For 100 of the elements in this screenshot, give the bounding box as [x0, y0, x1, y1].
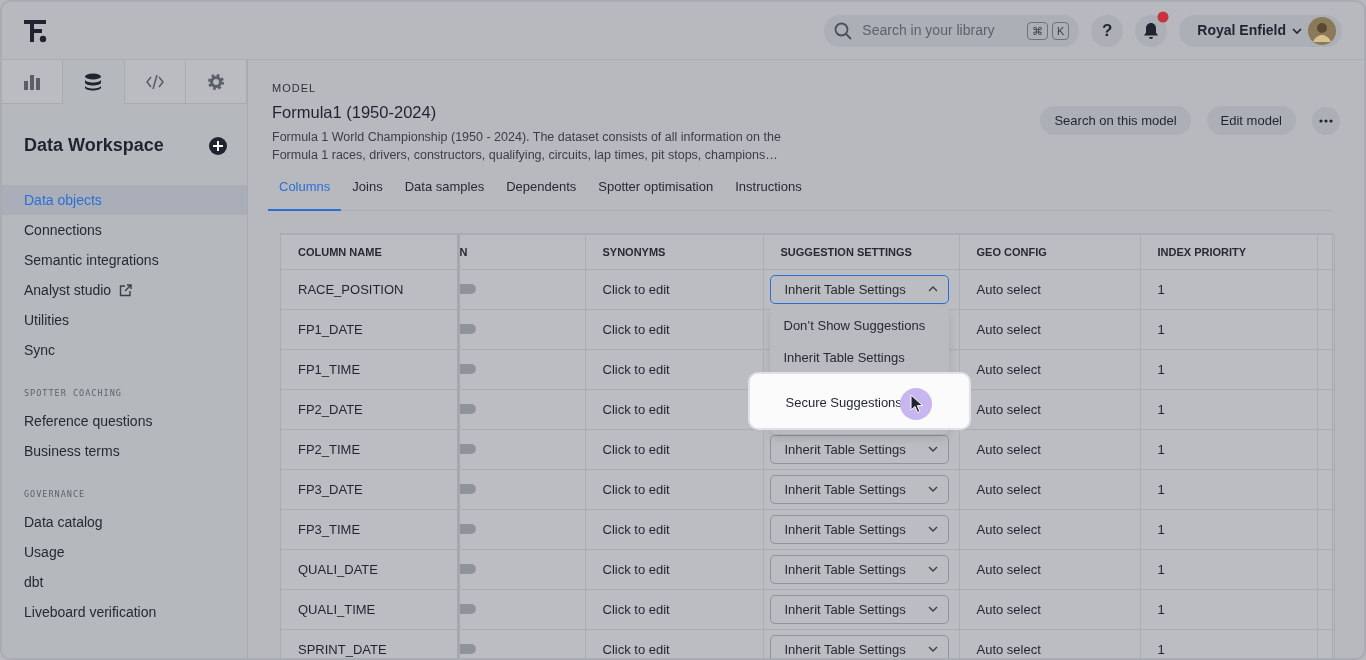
sidebar-item[interactable]: Usage [2, 536, 247, 567]
chart-icon [23, 72, 42, 91]
action-button[interactable]: Search on this model [1040, 106, 1191, 135]
bell-icon [1143, 21, 1160, 40]
synonyms-cell[interactable]: Click to edit [602, 361, 670, 377]
synonyms-cell[interactable]: Click to edit [602, 481, 670, 497]
table-cell: FP2_TIME [298, 441, 361, 457]
notifications-button[interactable] [1135, 14, 1168, 47]
table-cell: FP2_DATE [298, 401, 363, 417]
chevron-down-icon [927, 526, 938, 533]
table-cell: 1 [1157, 441, 1165, 457]
tab[interactable]: Dependents [495, 173, 588, 211]
table-cell: QUALI_DATE [298, 561, 378, 577]
search-input[interactable]: Search in your library [860, 19, 1019, 42]
more-icon [1319, 118, 1333, 123]
suggestion-select[interactable]: Inherit Table Settings [769, 434, 949, 464]
sidebar-tab[interactable] [185, 60, 247, 104]
cursor-icon [899, 387, 932, 420]
model-title: Formula1 (1950-2024) [272, 101, 438, 123]
sidebar-item[interactable]: Business terms [2, 435, 247, 466]
search-field[interactable]: Search in your library ⌘ K [824, 14, 1080, 47]
dropdown-option[interactable]: Secure Suggestions [747, 371, 971, 430]
tab[interactable]: Spotter optimisation [587, 173, 725, 211]
table-cell: SPRINT_DATE [298, 641, 387, 657]
sidebar-item[interactable]: Data catalog [2, 506, 247, 537]
tab[interactable]: Data samples [393, 173, 496, 211]
table-cell: FP1_DATE [298, 321, 363, 337]
table-cell: 1 [1157, 641, 1165, 657]
column-header: INDEX PRIORITY [1157, 245, 1247, 258]
geo-config-cell[interactable]: Auto select [976, 481, 1041, 497]
chevron-down-icon [927, 606, 938, 613]
sidebar-tab[interactable] [2, 60, 64, 104]
synonyms-cell[interactable]: Click to edit [602, 601, 670, 617]
suggestion-select[interactable]: Inherit Table Settings [769, 474, 949, 504]
column-header: SUGGESTION SETTINGS [780, 245, 912, 258]
more-button[interactable] [1312, 106, 1340, 135]
sidebar-item[interactable]: Utilities [2, 305, 247, 335]
geo-config-cell[interactable]: Auto select [976, 401, 1041, 417]
geo-config-cell[interactable]: Auto select [976, 601, 1041, 617]
column-header: GEO CONFIG [976, 245, 1047, 258]
sidebar-item[interactable]: Reference questions [2, 405, 247, 436]
add-icon[interactable] [209, 136, 227, 155]
synonyms-cell[interactable]: Click to edit [602, 321, 670, 337]
synonyms-cell[interactable]: Click to edit [602, 281, 670, 297]
sidebar-item[interactable]: Semantic integrations [2, 245, 247, 275]
model-label: MODEL [272, 81, 318, 96]
column-header: COLUMN NAME [298, 245, 382, 258]
table-cell: 1 [1157, 481, 1165, 497]
synonyms-cell[interactable]: Click to edit [602, 521, 670, 537]
chevron-down-icon [927, 486, 938, 493]
synonyms-cell[interactable]: Click to edit [602, 441, 670, 457]
tab[interactable]: Joins [341, 173, 394, 211]
table-cell: FP3_DATE [298, 481, 363, 497]
model-description: Formula 1 races, drivers, constructors, qualifying, circuits, lap times, pit stops, champions… [272, 147, 779, 165]
geo-config-cell[interactable]: Auto select [976, 441, 1041, 457]
sidebar-item[interactable]: Analyst studio [2, 275, 247, 305]
settings-icon [206, 72, 225, 91]
tab[interactable]: Instructions [724, 173, 813, 211]
geo-config-cell[interactable]: Auto select [976, 641, 1041, 657]
shortcut-key: ⌘ [1026, 21, 1048, 40]
sidebar-item[interactable]: Sync [2, 335, 247, 365]
column-header: SYNONYMS [602, 245, 666, 258]
sidebar-title: Data Workspace [24, 134, 164, 157]
chevron-down-icon [1292, 26, 1302, 35]
help-button[interactable]: ? [1091, 14, 1124, 47]
table-cell: 1 [1157, 321, 1165, 337]
suggestion-select[interactable]: Inherit Table Settings [769, 594, 949, 624]
code-icon [145, 72, 164, 91]
avatar [1308, 16, 1336, 45]
geo-config-cell[interactable]: Auto select [976, 561, 1041, 577]
geo-config-cell[interactable]: Auto select [976, 361, 1041, 377]
table-cell: FP1_TIME [298, 361, 361, 377]
chevron-down-icon [927, 446, 938, 453]
suggestion-select[interactable]: Inherit Table Settings [769, 274, 949, 304]
database-icon [84, 72, 103, 91]
table-cell: 1 [1157, 561, 1165, 577]
user-menu-button[interactable]: Royal Enfield [1179, 14, 1342, 47]
section-heading: SPOTTER COACHING [23, 387, 123, 400]
synonyms-cell[interactable]: Click to edit [602, 561, 670, 577]
sidebar-item[interactable]: Liveboard verification [2, 596, 247, 627]
geo-config-cell[interactable]: Auto select [976, 281, 1041, 297]
dropdown-option[interactable]: Inherit Table Settings [769, 341, 949, 374]
action-button[interactable]: Edit model [1206, 106, 1296, 135]
geo-config-cell[interactable]: Auto select [976, 321, 1041, 337]
suggestion-select[interactable]: Inherit Table Settings [769, 514, 949, 544]
table-cell: 1 [1157, 361, 1165, 377]
synonyms-cell[interactable]: Click to edit [602, 401, 670, 417]
logo-icon [24, 18, 48, 43]
suggestion-select[interactable]: Inherit Table Settings [769, 554, 949, 584]
table-cell: 1 [1157, 601, 1165, 617]
sidebar-item[interactable]: Connections [2, 215, 247, 245]
table-cell: RACE_POSITION [298, 281, 404, 297]
shortcut-key: K [1051, 21, 1070, 40]
sidebar-item[interactable]: dbt [2, 566, 247, 597]
table-cell: 1 [1157, 401, 1165, 417]
section-heading: GOVERNANCE [23, 487, 87, 501]
suggestion-select[interactable]: Inherit Table Settings [769, 634, 949, 658]
table-cell: 1 [1157, 281, 1165, 297]
geo-config-cell[interactable]: Auto select [976, 521, 1041, 537]
search-icon [834, 21, 853, 40]
